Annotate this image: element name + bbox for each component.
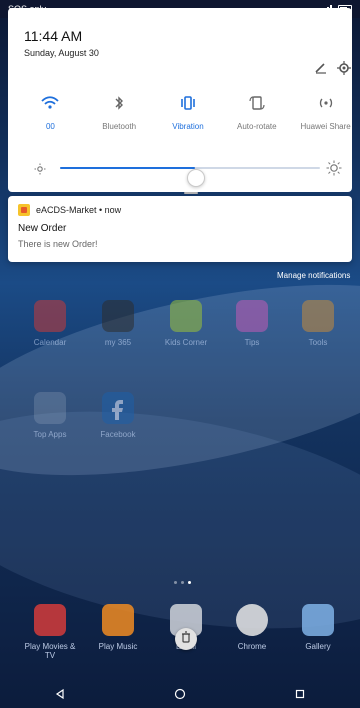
play-movies-icon bbox=[34, 604, 66, 636]
home-button[interactable] bbox=[162, 680, 198, 708]
app-tips[interactable]: Tips bbox=[223, 300, 281, 347]
app-label: Play Music bbox=[98, 642, 138, 651]
back-button[interactable] bbox=[42, 680, 78, 708]
app-chrome[interactable]: Chrome bbox=[223, 604, 281, 651]
recents-button[interactable] bbox=[282, 680, 318, 708]
chrome-icon bbox=[236, 604, 268, 636]
brightness-low-icon bbox=[34, 162, 46, 175]
page-dot bbox=[181, 581, 184, 584]
play-music-icon bbox=[102, 604, 134, 636]
brightness-thumb[interactable] bbox=[187, 169, 206, 187]
back-icon bbox=[55, 688, 64, 700]
huawei-share-icon bbox=[296, 94, 356, 112]
app-top-apps-folder[interactable]: Top Apps bbox=[21, 392, 79, 439]
manage-notifications-link[interactable]: Manage notifications bbox=[277, 271, 350, 280]
app-label: Tools bbox=[308, 338, 328, 347]
notification-title: New Order bbox=[18, 223, 67, 234]
auto-rotate-icon bbox=[227, 94, 287, 112]
notification-app-line: eACDS-Market • now bbox=[36, 205, 122, 215]
quick-settings-panel: 11:44 AM Sunday, August 30 00 Bluetooth … bbox=[8, 8, 352, 194]
navigation-bar bbox=[0, 680, 360, 708]
wifi-icon bbox=[20, 94, 80, 112]
brightness-slider[interactable] bbox=[28, 158, 348, 187]
app-kids-corner[interactable]: Kids Corner bbox=[157, 300, 215, 347]
app-notification-icon bbox=[18, 204, 30, 216]
brightness-track bbox=[60, 167, 320, 187]
toggle-huawei-share[interactable]: Huawei Share bbox=[296, 94, 356, 131]
quick-toggles: 00 Bluetooth Vibration Auto-rotate Huawe… bbox=[16, 94, 360, 131]
clock-time: 11:44 AM bbox=[24, 28, 83, 44]
toggle-bluetooth[interactable]: Bluetooth bbox=[89, 94, 149, 131]
app-play-movies[interactable]: Play Movies & TV bbox=[21, 604, 79, 660]
app-label: Play Movies & TV bbox=[24, 642, 76, 660]
home-icon bbox=[174, 688, 186, 700]
tips-icon bbox=[236, 300, 268, 332]
app-facebook[interactable]: Facebook bbox=[89, 392, 147, 439]
app-label: Tips bbox=[244, 338, 260, 347]
app-label: Top Apps bbox=[33, 430, 67, 439]
gear-icon[interactable] bbox=[336, 60, 352, 76]
app-gallery[interactable]: Gallery bbox=[289, 604, 347, 651]
trash-icon bbox=[180, 630, 192, 648]
toggle-label: Bluetooth bbox=[102, 122, 137, 131]
folder-icon bbox=[34, 392, 66, 424]
notification-card[interactable]: eACDS-Market • now New Order There is ne… bbox=[8, 196, 352, 262]
toggle-label: Auto-rotate bbox=[236, 122, 277, 131]
page-indicator bbox=[174, 581, 191, 584]
brightness-fill bbox=[60, 167, 196, 169]
toggle-vibration[interactable]: Vibration bbox=[158, 94, 218, 131]
app-label: Chrome bbox=[237, 642, 267, 651]
brightness-high-icon bbox=[326, 160, 342, 176]
tools-icon bbox=[302, 300, 334, 332]
toggle-auto-rotate[interactable]: Auto-rotate bbox=[227, 94, 287, 131]
app-calendar[interactable]: Calendar bbox=[21, 300, 79, 347]
clock-date: Sunday, August 30 bbox=[24, 48, 99, 58]
app-label: my 365 bbox=[104, 338, 132, 347]
toggle-label: Vibration bbox=[172, 122, 204, 131]
app-my-365[interactable]: my 365 bbox=[89, 300, 147, 347]
toggle-wifi[interactable]: 00 bbox=[20, 94, 80, 131]
app-label: Gallery bbox=[305, 642, 331, 651]
edit-icon[interactable] bbox=[314, 61, 328, 75]
panel-drag-handle[interactable] bbox=[184, 192, 198, 194]
my-app-icon bbox=[102, 300, 134, 332]
notification-header: eACDS-Market • now bbox=[18, 204, 121, 216]
recents-icon bbox=[295, 689, 305, 699]
page-dot bbox=[174, 581, 177, 584]
clear-all-notifications-button[interactable] bbox=[175, 628, 197, 650]
page-dot-active bbox=[188, 581, 191, 584]
app-tools[interactable]: Tools bbox=[289, 300, 347, 347]
app-play-music[interactable]: Play Music bbox=[89, 604, 147, 651]
toggle-label: 00 bbox=[45, 122, 55, 131]
bluetooth-icon bbox=[89, 94, 149, 112]
gallery-icon bbox=[302, 604, 334, 636]
toggle-label: Huawei Share bbox=[300, 122, 351, 131]
kids-corner-icon bbox=[170, 300, 202, 332]
vibration-icon bbox=[158, 94, 218, 112]
calendar-icon bbox=[34, 300, 66, 332]
app-label: Kids Corner bbox=[164, 338, 208, 347]
notification-body: There is new Order! bbox=[18, 239, 98, 249]
facebook-icon bbox=[102, 392, 134, 424]
app-label: Facebook bbox=[100, 430, 136, 439]
app-label: Calendar bbox=[33, 338, 67, 347]
